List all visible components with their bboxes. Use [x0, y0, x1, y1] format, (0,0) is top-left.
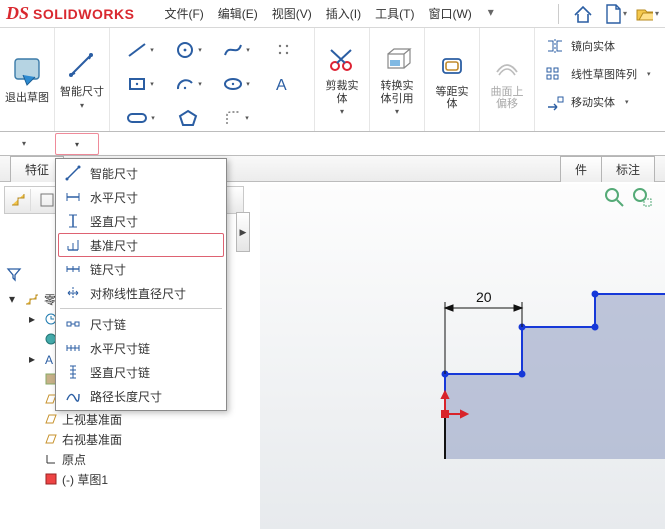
- open-icon[interactable]: ▾: [635, 2, 659, 26]
- arc-tool[interactable]: ▾: [168, 68, 208, 100]
- smart-dimension-button[interactable]: 智能尺寸 ▾: [59, 30, 105, 126]
- home-icon[interactable]: [571, 2, 595, 26]
- filter-icon[interactable]: [6, 266, 22, 285]
- dimension-type-menu: 智能尺寸 水平尺寸 竖直尺寸 基准尺寸 链尺寸 对称线性直径尺寸 尺寸链 水平尺…: [55, 158, 227, 411]
- menu-view[interactable]: 视图(V): [272, 5, 312, 22]
- rect-tool[interactable]: ▾: [120, 68, 160, 100]
- ribbon-drop-1[interactable]: ▾: [0, 139, 48, 148]
- ellipse-tool[interactable]: ▾: [216, 68, 256, 100]
- menu-more-icon[interactable]: ▾: [488, 5, 494, 22]
- menu-path-length-dimension[interactable]: 路径长度尺寸: [58, 384, 224, 408]
- menubar: 文件(F) 编辑(E) 视图(V) 插入(I) 工具(T) 窗口(W) ▾: [164, 5, 493, 22]
- offset-on-surface-button: 曲面上偏移: [484, 30, 530, 126]
- move-entities-button[interactable]: 移动实体▾: [545, 90, 651, 114]
- points-tool[interactable]: [264, 34, 304, 66]
- dimension-value[interactable]: 20: [476, 289, 492, 305]
- menu-file[interactable]: 文件(F): [164, 5, 203, 22]
- menu-vertical-dimension[interactable]: 竖直尺寸: [58, 209, 224, 233]
- app-name: SOLIDWORKS: [33, 6, 134, 22]
- menu-symmetric-diameter-dimension[interactable]: 对称线性直径尺寸: [58, 281, 224, 305]
- menu-smart-dimension[interactable]: 智能尺寸: [58, 161, 224, 185]
- tree-sketch1[interactable]: (-) 草图1: [4, 469, 254, 489]
- new-doc-icon[interactable]: ▾: [603, 2, 627, 26]
- menu-horizontal-dimension[interactable]: 水平尺寸: [58, 185, 224, 209]
- ribbon: 退出草图 智能尺寸 ▾ ▾ ▾ ▾ ▾ ▾ ▾ A ▾ ▾: [0, 28, 665, 132]
- tree-right-plane[interactable]: 右视基准面: [4, 429, 254, 449]
- logo-icon: DS: [6, 3, 29, 24]
- circle-tool[interactable]: ▾: [168, 34, 208, 66]
- trim-button[interactable]: 剪裁实体 ▾: [319, 30, 365, 126]
- menu-datum-dimension[interactable]: 基准尺寸: [58, 233, 224, 257]
- mirror-button[interactable]: 镜向实体: [545, 34, 651, 58]
- line-tool[interactable]: ▾: [120, 34, 160, 66]
- offset-entities-button[interactable]: 等距实体: [429, 30, 475, 126]
- polygon-tool[interactable]: [168, 102, 208, 134]
- tab-annotate[interactable]: 标注: [601, 156, 655, 182]
- quick-access-toolbar: ▾ ▾: [554, 2, 659, 26]
- fillet-tool[interactable]: ▾: [216, 102, 256, 134]
- text-tool[interactable]: A: [264, 68, 304, 100]
- slot-tool[interactable]: ▾: [120, 102, 160, 134]
- menu-horizontal-chain[interactable]: 水平尺寸链: [58, 336, 224, 360]
- convert-entities-button[interactable]: 转换实体引用 ▾: [374, 30, 420, 126]
- menu-dimension-chain[interactable]: 尺寸链: [58, 312, 224, 336]
- sketch-drawing: 20: [260, 184, 665, 529]
- menu-edit[interactable]: 编辑(E): [218, 5, 258, 22]
- spline-tool[interactable]: ▾: [216, 34, 256, 66]
- svg-text:A: A: [45, 353, 53, 366]
- tree-expand-button[interactable]: ▶: [236, 212, 250, 252]
- menu-window[interactable]: 窗口(W): [428, 5, 471, 22]
- tree-origin[interactable]: 原点: [4, 449, 254, 469]
- exit-sketch-button[interactable]: 退出草图: [4, 30, 50, 126]
- svg-text:A: A: [276, 77, 287, 93]
- menu-vertical-chain[interactable]: 竖直尺寸链: [58, 360, 224, 384]
- graphics-canvas[interactable]: 20: [260, 184, 665, 529]
- menu-chain-dimension[interactable]: 链尺寸: [58, 257, 224, 281]
- sketch-tool-grid: ▾ ▾ ▾ ▾ ▾ ▾ A ▾ ▾: [114, 30, 310, 138]
- menu-insert[interactable]: 插入(I): [326, 5, 361, 22]
- tab-evaluate[interactable]: 件: [560, 156, 602, 182]
- tree-tab-feature-icon[interactable]: [7, 189, 31, 211]
- linear-pattern-button[interactable]: 线性草图阵列▾: [545, 62, 651, 86]
- tree-top-plane[interactable]: 上视基准面: [4, 409, 254, 429]
- dimension-dropdown-trigger[interactable]: ▾: [55, 133, 99, 155]
- menu-tools[interactable]: 工具(T): [375, 5, 414, 22]
